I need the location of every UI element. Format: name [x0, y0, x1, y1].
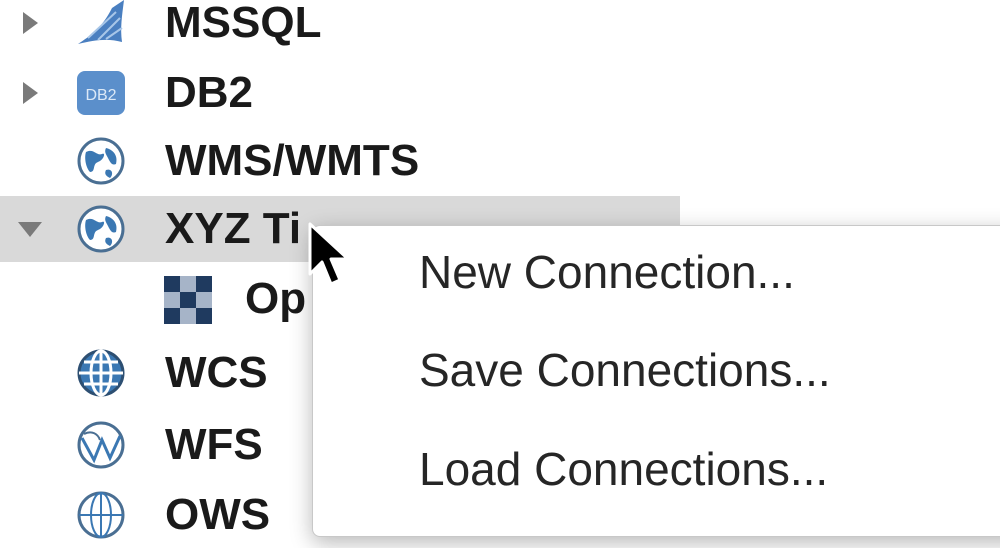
- tree-item-label: MSSQL: [165, 0, 322, 47]
- context-menu: New Connection... Save Connections... Lo…: [312, 225, 1000, 537]
- tile-layer-icon: [164, 276, 212, 324]
- tree-item-mssql[interactable]: MSSQL: [0, 0, 1000, 56]
- expand-arrow-icon[interactable]: [10, 0, 50, 56]
- globe-icon: [77, 137, 125, 185]
- mssql-icon: [78, 0, 124, 44]
- tree-item-label: OWS: [165, 490, 271, 539]
- tree-item-db2[interactable]: DB2 DB2: [0, 60, 1000, 126]
- menu-item-save-connections[interactable]: Save Connections...: [419, 342, 831, 398]
- tree-item-label: WMS/WMTS: [165, 136, 420, 185]
- db2-icon-text: DB2: [85, 87, 116, 104]
- tree-item-wms-wmts[interactable]: WMS/WMTS: [0, 128, 1000, 194]
- tree-item-label: XYZ Ti: [165, 204, 302, 253]
- tree-item-label: Op: [245, 274, 307, 323]
- wcs-globe-icon: [77, 349, 125, 397]
- menu-item-load-connections[interactable]: Load Connections...: [419, 441, 828, 497]
- db2-icon: DB2: [77, 71, 125, 115]
- globe-icon: [77, 205, 125, 253]
- ows-globe-icon: [77, 491, 125, 539]
- expand-arrow-icon[interactable]: [10, 60, 50, 126]
- tree-item-label: DB2: [165, 68, 254, 117]
- collapse-arrow-icon[interactable]: [10, 196, 50, 262]
- tree-item-label: WCS: [165, 348, 268, 397]
- wfs-globe-icon: [77, 421, 125, 469]
- menu-item-new-connection[interactable]: New Connection...: [419, 244, 795, 300]
- tree-item-label: WFS: [165, 420, 263, 469]
- mouse-cursor-icon: [308, 222, 350, 286]
